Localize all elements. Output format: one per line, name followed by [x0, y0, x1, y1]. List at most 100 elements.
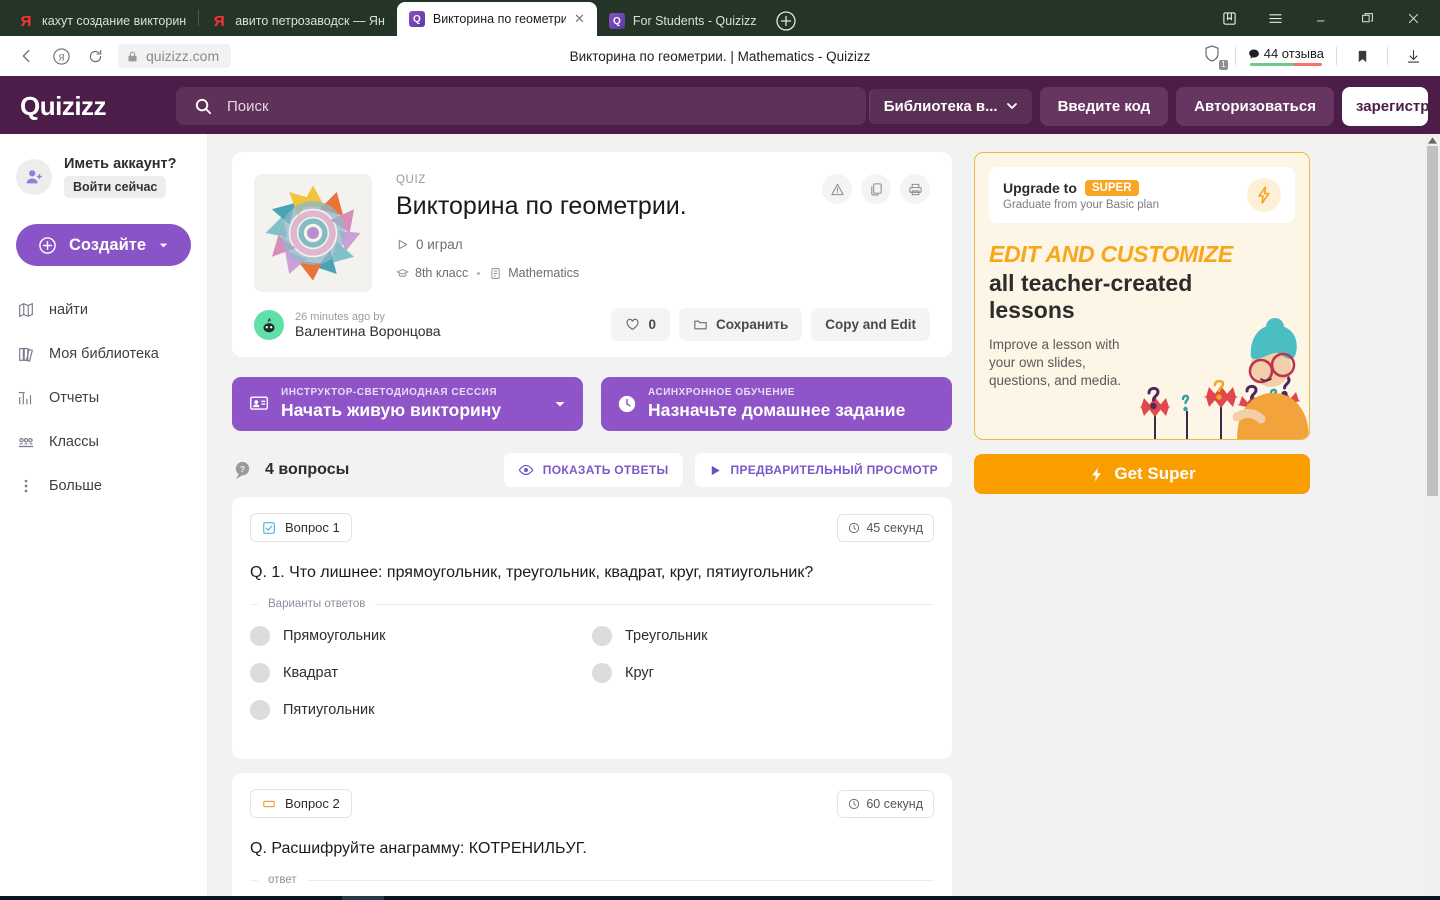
print-icon[interactable]: [900, 174, 930, 204]
answer-option[interactable]: Квадрат: [250, 663, 592, 683]
display-icon[interactable]: [1222, 896, 1248, 900]
scroll-up-arrow[interactable]: [1425, 134, 1440, 146]
reload-icon[interactable]: [78, 41, 112, 71]
question-card-1: Вопрос 1 45 секунд Q. 1. Что лишнее: пря…: [232, 497, 952, 759]
warning-icon[interactable]: [822, 174, 852, 204]
answer-option[interactable]: Пятиугольник: [250, 700, 592, 720]
get-super-button[interactable]: Get Super: [974, 454, 1310, 494]
page-title: Викторина по геометрии.: [396, 192, 687, 220]
maximize-button[interactable]: [1344, 0, 1390, 36]
create-button[interactable]: Создайте: [16, 224, 191, 266]
save-button[interactable]: Сохранить: [678, 308, 803, 341]
more-dots-icon: [16, 477, 36, 495]
comment-icon: [1248, 49, 1259, 58]
super-promo-card[interactable]: Upgrade to SUPER Graduate from your Basi…: [974, 152, 1310, 440]
task-view-icon[interactable]: [90, 896, 132, 900]
bookmark-icon[interactable]: [1345, 41, 1379, 71]
shield-icon[interactable]: 1: [1201, 43, 1228, 70]
browser-tab-4[interactable]: Q For Students - Quizizz: [597, 6, 769, 36]
copy-and-edit-button[interactable]: Copy and Edit: [811, 308, 930, 341]
calculator-icon[interactable]: [384, 896, 426, 900]
super-badge: SUPER: [1084, 179, 1139, 196]
graduation-cap-icon: [396, 268, 409, 277]
reviews-badge[interactable]: 44 отзыва: [1244, 46, 1328, 66]
sidebar-item-more[interactable]: Больше: [16, 464, 191, 508]
sidebar-item-reports[interactable]: Отчеты: [16, 376, 191, 420]
minimize-button[interactable]: [1298, 0, 1344, 36]
library-dropdown[interactable]: Библиотека в...: [868, 88, 1032, 124]
edge-icon[interactable]: [174, 896, 216, 900]
downloads-icon[interactable]: [1396, 41, 1430, 71]
upgrade-title-row: Upgrade to SUPER: [1003, 179, 1159, 196]
camera-icon[interactable]: [1166, 896, 1192, 900]
quiz-action-icons: [822, 174, 930, 292]
cortana-icon[interactable]: [132, 896, 174, 900]
show-answers-button[interactable]: ПОКАЗАТЬ ОТВЕТЫ: [503, 453, 683, 487]
notifications-icon[interactable]: 1: [1396, 896, 1430, 900]
sidebar-item-classes[interactable]: Классы: [16, 420, 191, 464]
subject-tag: Mathematics: [489, 266, 579, 280]
signup-button[interactable]: зарегистрир: [1342, 86, 1428, 126]
sidebar-item-my-library[interactable]: Моя библиотека: [16, 332, 191, 376]
back-icon[interactable]: [10, 41, 44, 71]
answer-option[interactable]: Треугольник: [592, 626, 934, 646]
promo-column: Upgrade to SUPER Graduate from your Basi…: [974, 152, 1310, 896]
sidebar: Иметь аккаунт? Войти сейчас Создайте най…: [0, 134, 208, 896]
url-bar[interactable]: quizizz.com: [118, 44, 232, 68]
mail-icon[interactable]: [300, 896, 342, 900]
live-label: Начать живую викторину: [281, 400, 502, 420]
close-button[interactable]: [1390, 0, 1436, 36]
option-label: Треугольник: [625, 628, 708, 644]
menu-icon[interactable]: [1252, 0, 1298, 36]
avatar: [254, 309, 284, 340]
lock-icon: [128, 51, 137, 61]
geometry-mandala-image: [259, 179, 367, 287]
close-icon[interactable]: ✕: [574, 11, 585, 27]
answer-option[interactable]: Прямоугольник: [250, 626, 592, 646]
quizizz-logo[interactable]: Quizizz: [20, 91, 168, 122]
tab-strip: Я кахут создание викторин Я авито петроз…: [0, 0, 1206, 36]
login-button[interactable]: Авторизоваться: [1176, 86, 1334, 126]
like-button[interactable]: 0: [611, 308, 670, 341]
account-prompt: Иметь аккаунт? Войти сейчас: [16, 156, 191, 198]
enter-code-button[interactable]: Введите код: [1039, 86, 1169, 126]
volume-muted-icon[interactable]: [1250, 896, 1276, 900]
microsoft-store-icon[interactable]: [258, 896, 300, 900]
main-content: QUIZ Викторина по геометрии. 0 играл 8th…: [208, 134, 1440, 896]
like-count: 0: [648, 317, 656, 332]
collections-icon[interactable]: [1206, 0, 1252, 36]
sidebar-item-find[interactable]: найти: [16, 288, 191, 332]
yandex-home-icon[interactable]: Я: [44, 41, 78, 71]
browser-tab-3-active[interactable]: Q Викторина по геометри ✕: [396, 2, 597, 36]
assign-homework-button[interactable]: АСИНХРОННОЕ ОБУЧЕНИЕ Назначьте домашнее …: [601, 377, 952, 431]
option-label: Пятиугольник: [283, 702, 375, 718]
shield-count: 1: [1219, 60, 1228, 70]
file-explorer-icon[interactable]: [216, 896, 258, 900]
chevron-down-icon: [1006, 103, 1017, 109]
new-tab-button[interactable]: [769, 6, 803, 36]
browser-tab-2[interactable]: Я авито петрозаводск — Ян: [199, 6, 397, 36]
upgrade-banner[interactable]: Upgrade to SUPER Graduate from your Basi…: [989, 167, 1295, 223]
login-now-button[interactable]: Войти сейчас: [64, 176, 167, 198]
word-icon[interactable]: [426, 896, 468, 900]
start-live-quiz-button[interactable]: ИНСТРУКТОР-СВЕТОДИОДНАЯ СЕССИЯ Начать жи…: [232, 377, 583, 431]
clock-icon: [849, 522, 860, 533]
chevron-down-icon[interactable]: [553, 397, 567, 411]
page-scrollbar[interactable]: [1425, 134, 1440, 896]
scrollbar-thumb[interactable]: [1427, 146, 1438, 496]
chevron-up-icon[interactable]: [1138, 896, 1164, 900]
address-bar-right: 1 44 отзыва: [1201, 41, 1430, 71]
search-icon[interactable]: [48, 896, 90, 900]
tab-title: авито петрозаводск — Ян: [235, 14, 385, 28]
tab-title: кахут создание викторин: [42, 14, 187, 28]
answer-option[interactable]: Круг: [592, 663, 934, 683]
browser-tab-1[interactable]: Я кахут создание викторин: [6, 6, 198, 36]
preview-button[interactable]: ПРЕДВАРИТЕЛЬНЫЙ ПРОСМОТР: [694, 453, 952, 487]
yandex-browser-icon[interactable]: [342, 896, 384, 900]
question-time: 45 секунд: [837, 513, 934, 542]
search-input[interactable]: Поиск: [176, 87, 866, 125]
copy-icon[interactable]: [861, 174, 891, 204]
classes-icon: [16, 433, 36, 451]
windows-start-icon[interactable]: [6, 896, 48, 900]
microphone-icon[interactable]: [1194, 896, 1220, 900]
